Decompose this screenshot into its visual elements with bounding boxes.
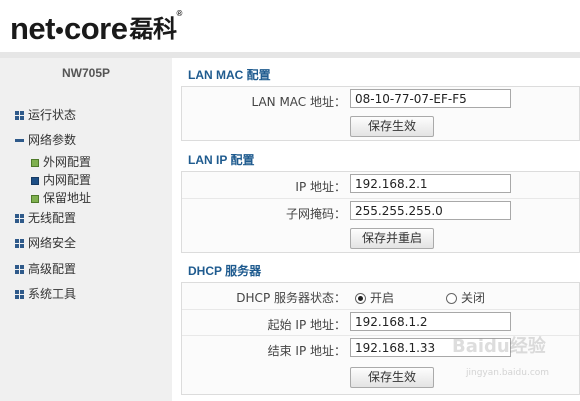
save-restart-button[interactable]: 保存并重启 (350, 228, 434, 249)
sidebar-subitem-wan[interactable]: 外网配置 (31, 153, 91, 170)
save-dhcp-button[interactable]: 保存生效 (350, 367, 434, 388)
sidebar-item-advanced[interactable]: 高级配置 (15, 260, 76, 277)
dhcp-off-radio[interactable]: 关闭 (446, 289, 485, 306)
ip-label: IP 地址： (295, 180, 346, 194)
mask-row: 子网掩码： (182, 198, 579, 224)
grid-icon (15, 290, 24, 299)
sidebar-item-security[interactable]: 网络安全 (15, 234, 76, 251)
grid-icon (15, 265, 24, 274)
grid-icon (15, 239, 24, 248)
dhcp-status-label: DHCP 服务器状态： (236, 291, 346, 305)
watermark-url: jingyan.baidu.com (466, 368, 550, 378)
logo-dot (56, 27, 63, 35)
section-title-dhcp: DHCP 服务器 (188, 264, 262, 278)
watermark: Baidu经验 (452, 336, 546, 357)
mask-input[interactable] (350, 201, 511, 220)
sidebar-item-status[interactable]: 运行状态 (15, 106, 76, 123)
section-title-lan-mac: LAN MAC 配置 (188, 68, 271, 82)
brand-logo: net core磊科® (10, 9, 182, 46)
lan-ip-panel: IP 地址： 子网掩码： 保存并重启 (181, 171, 580, 253)
sidebar-subitem-lan[interactable]: 内网配置 (31, 171, 91, 188)
start-ip-input[interactable] (350, 312, 511, 331)
end-ip-label: 结束 IP 地址： (267, 344, 346, 358)
lan-mac-input[interactable] (350, 89, 511, 108)
bullet-icon (31, 159, 39, 167)
start-ip-label: 起始 IP 地址： (267, 318, 346, 332)
section-title-lan-ip: LAN IP 配置 (188, 153, 255, 167)
sidebar-item-network[interactable]: 网络参数 (15, 131, 76, 148)
lan-mac-label: LAN MAC 地址： (251, 95, 346, 109)
sidebar: NW705P 运行状态 网络参数 外网配置 内网配置 保留地址 无线配置 网络安… (0, 58, 172, 401)
sidebar-subitem-reserved[interactable]: 保留地址 (31, 189, 91, 206)
device-model: NW705P (61, 66, 111, 80)
grid-icon (15, 214, 24, 223)
dhcp-status-row: DHCP 服务器状态： 开启 关闭 (182, 283, 579, 308)
bullet-icon (31, 195, 39, 203)
collapse-icon (15, 136, 24, 145)
sidebar-item-wireless[interactable]: 无线配置 (15, 209, 76, 226)
radio-checked-icon (355, 293, 366, 304)
sidebar-item-tools[interactable]: 系统工具 (15, 285, 76, 302)
header: net core磊科® (0, 0, 580, 52)
dhcp-on-radio[interactable]: 开启 (355, 289, 394, 306)
ip-input[interactable] (350, 174, 511, 193)
save-mac-button[interactable]: 保存生效 (350, 116, 434, 137)
lan-mac-row: LAN MAC 地址： (182, 87, 579, 112)
grid-icon (15, 111, 24, 120)
ip-row: IP 地址： (182, 172, 579, 197)
radio-unchecked-icon (446, 293, 457, 304)
mask-label: 子网掩码： (285, 207, 346, 221)
bullet-active-icon (31, 177, 39, 185)
lan-mac-panel: LAN MAC 地址： 保存生效 (181, 86, 580, 141)
